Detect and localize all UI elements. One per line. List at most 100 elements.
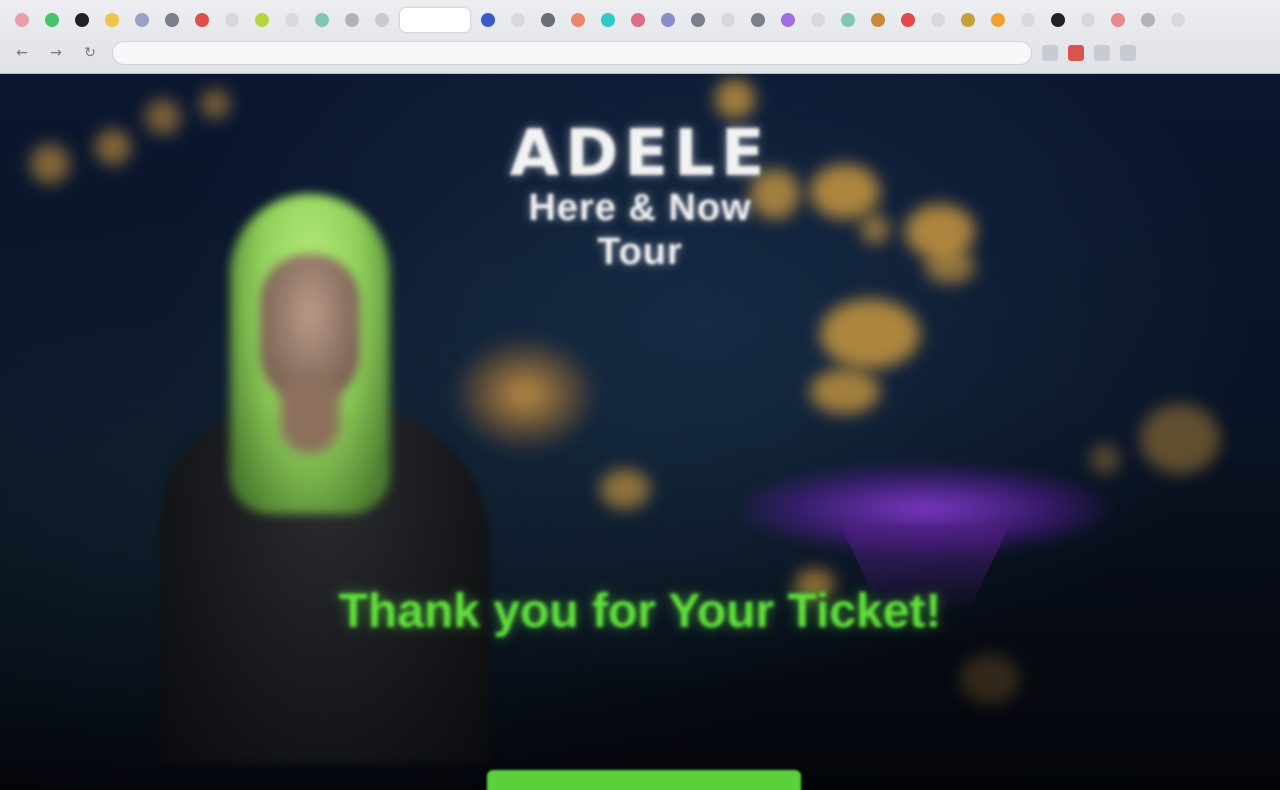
tab-favicon-icon xyxy=(255,13,269,27)
tab-favicon-icon xyxy=(428,13,442,27)
bokeh-light xyxy=(810,164,880,219)
browser-tab[interactable] xyxy=(656,8,680,32)
logo-title: ADELE xyxy=(509,117,771,191)
artist-hand xyxy=(280,374,340,454)
bokeh-light xyxy=(145,99,181,135)
tab-favicon-icon xyxy=(601,13,615,27)
browser-tab[interactable] xyxy=(536,8,560,32)
back-icon[interactable]: ← xyxy=(10,41,34,65)
browser-tab[interactable] xyxy=(746,8,770,32)
tab-favicon-icon xyxy=(871,13,885,27)
tab-favicon-icon xyxy=(165,13,179,27)
tab-favicon-icon xyxy=(1141,13,1155,27)
bokeh-light xyxy=(30,144,70,184)
tab-favicon-icon xyxy=(75,13,89,27)
browser-tab[interactable] xyxy=(220,8,244,32)
tab-favicon-icon xyxy=(1111,13,1125,27)
tab-favicon-icon xyxy=(961,13,975,27)
browser-tab[interactable] xyxy=(70,8,94,32)
tab-favicon-icon xyxy=(345,13,359,27)
bokeh-light xyxy=(1090,444,1120,474)
tab-favicon-icon xyxy=(1171,13,1185,27)
tab-favicon-icon xyxy=(631,13,645,27)
profile-icon[interactable] xyxy=(1120,45,1136,61)
tab-favicon-icon xyxy=(285,13,299,27)
hero-section: ADELE Here & Now Tour Thank you for Your… xyxy=(0,74,1280,790)
browser-tab-active[interactable] xyxy=(400,8,470,32)
tab-favicon-icon xyxy=(901,13,915,27)
tab-favicon-icon xyxy=(135,13,149,27)
browser-tab[interactable] xyxy=(40,8,64,32)
tab-favicon-icon xyxy=(481,13,495,27)
tab-favicon-icon xyxy=(991,13,1005,27)
tab-favicon-icon xyxy=(691,13,705,27)
browser-tab[interactable] xyxy=(370,8,394,32)
browser-tab[interactable] xyxy=(866,8,890,32)
bokeh-light xyxy=(600,469,650,509)
extension-icon-red[interactable] xyxy=(1068,45,1084,61)
browser-tab[interactable] xyxy=(896,8,920,32)
extension-icon-2[interactable] xyxy=(1094,45,1110,61)
browser-tab[interactable] xyxy=(310,8,334,32)
tab-favicon-icon xyxy=(511,13,525,27)
extension-icon[interactable] xyxy=(1042,45,1058,61)
logo-subtitle: Here & Now Tour xyxy=(528,187,752,273)
tab-favicon-icon xyxy=(781,13,795,27)
browser-tab[interactable] xyxy=(986,8,1010,32)
bokeh-light xyxy=(925,249,975,284)
address-bar[interactable] xyxy=(112,41,1032,65)
browser-tab[interactable] xyxy=(686,8,710,32)
bokeh-light xyxy=(810,369,880,414)
tab-favicon-icon xyxy=(571,13,585,27)
browser-tab[interactable] xyxy=(926,8,950,32)
browser-tab[interactable] xyxy=(190,8,214,32)
tab-favicon-icon xyxy=(45,13,59,27)
browser-tab[interactable] xyxy=(100,8,124,32)
bokeh-light xyxy=(95,129,131,165)
browser-tab[interactable] xyxy=(1076,8,1100,32)
tab-favicon-icon xyxy=(931,13,945,27)
tab-favicon-icon xyxy=(841,13,855,27)
browser-tab[interactable] xyxy=(1016,8,1040,32)
browser-toolbar: ← → ↻ xyxy=(0,38,1280,68)
tab-favicon-icon xyxy=(195,13,209,27)
browser-tab[interactable] xyxy=(956,8,980,32)
browser-tab[interactable] xyxy=(626,8,650,32)
browser-tab[interactable] xyxy=(596,8,620,32)
browser-tab[interactable] xyxy=(130,8,154,32)
artist-photo xyxy=(160,194,490,764)
cta-button[interactable] xyxy=(487,770,801,790)
browser-tab[interactable] xyxy=(1106,8,1130,32)
browser-tab[interactable] xyxy=(1136,8,1160,32)
bokeh-light xyxy=(960,654,1020,704)
forward-icon[interactable]: → xyxy=(44,41,68,65)
tab-favicon-icon xyxy=(1081,13,1095,27)
browser-tab[interactable] xyxy=(566,8,590,32)
tab-favicon-icon xyxy=(1021,13,1035,27)
tour-logo: ADELE Here & Now Tour xyxy=(480,100,800,274)
bokeh-light xyxy=(820,299,920,369)
browser-tab[interactable] xyxy=(716,8,740,32)
browser-tab[interactable] xyxy=(340,8,364,32)
browser-tab[interactable] xyxy=(10,8,34,32)
browser-tab[interactable] xyxy=(160,8,184,32)
browser-tab[interactable] xyxy=(476,8,500,32)
tab-favicon-icon xyxy=(105,13,119,27)
tab-favicon-icon xyxy=(15,13,29,27)
browser-tab[interactable] xyxy=(280,8,304,32)
browser-tab[interactable] xyxy=(776,8,800,32)
tab-favicon-icon xyxy=(375,13,389,27)
tab-favicon-icon xyxy=(225,13,239,27)
reload-icon[interactable]: ↻ xyxy=(78,41,102,65)
tab-favicon-icon xyxy=(661,13,675,27)
tab-favicon-icon xyxy=(315,13,329,27)
browser-tab[interactable] xyxy=(1046,8,1070,32)
browser-tab[interactable] xyxy=(506,8,530,32)
browser-tab[interactable] xyxy=(250,8,274,32)
tab-favicon-icon xyxy=(751,13,765,27)
browser-tab[interactable] xyxy=(1166,8,1190,32)
bokeh-light xyxy=(200,89,230,119)
browser-tab[interactable] xyxy=(806,8,830,32)
browser-tab[interactable] xyxy=(836,8,860,32)
tab-favicon-icon xyxy=(1051,13,1065,27)
